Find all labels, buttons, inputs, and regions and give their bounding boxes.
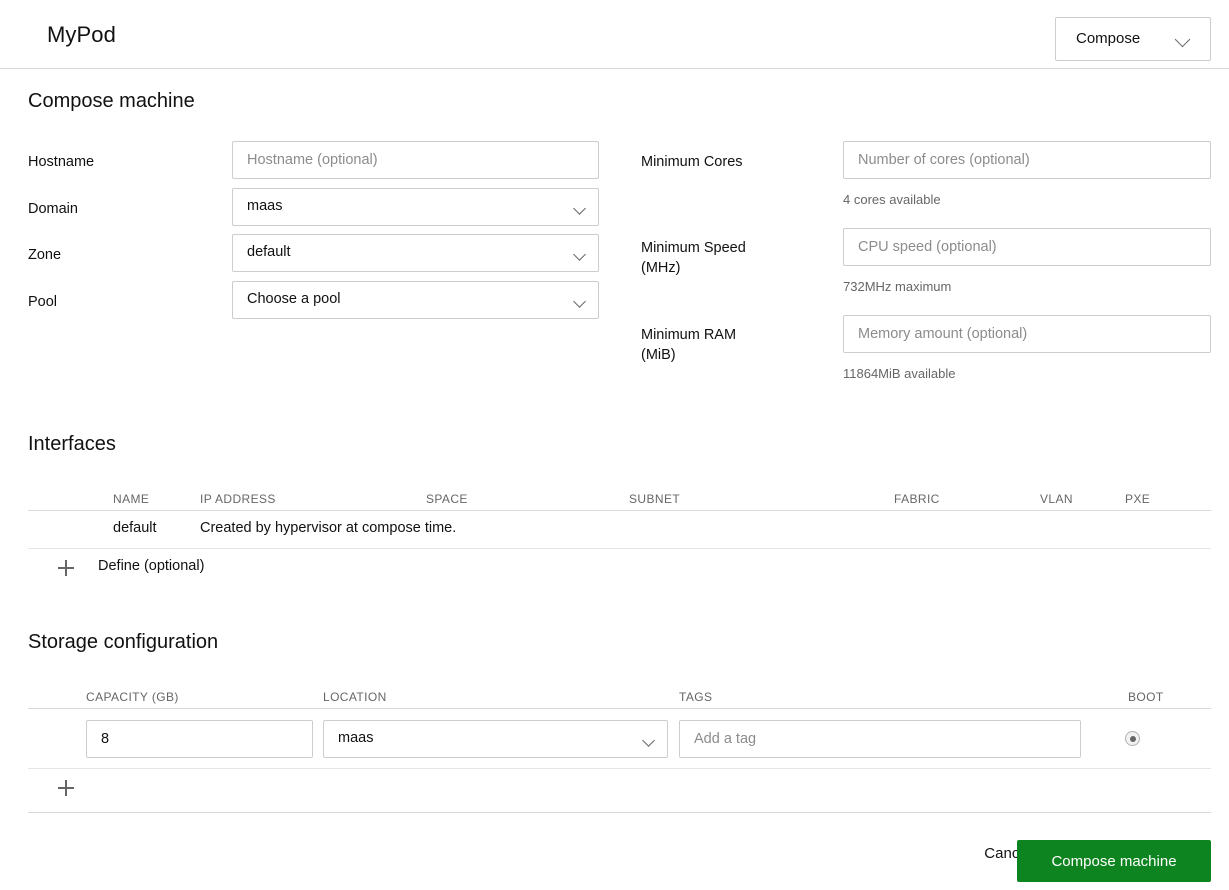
interface-ip-address: Created by hypervisor at compose time. [200, 520, 457, 536]
hostname-input[interactable] [232, 141, 599, 179]
chevron-down-icon [1174, 31, 1191, 48]
zone-select[interactable]: default [232, 234, 599, 272]
label-minimum-cores: Minimum Cores [641, 154, 743, 170]
storage-table-header: CAPACITY (GB) LOCATION TAGS BOOT [28, 682, 1211, 709]
storage-table: CAPACITY (GB) LOCATION TAGS BOOT maas [28, 682, 1211, 809]
column-header-name: NAME [113, 492, 150, 506]
boot-radio[interactable] [1125, 731, 1140, 746]
interfaces-table-header: NAME IP ADDRESS SPACE SUBNET FABRIC VLAN… [28, 484, 1211, 511]
location-select[interactable]: maas [323, 720, 668, 758]
zone-select-value: default [247, 244, 291, 260]
compose-machine-button[interactable]: Compose machine [1017, 840, 1211, 882]
plus-icon [58, 560, 74, 576]
column-header-vlan: VLAN [1040, 492, 1073, 506]
minimum-speed-helper: 732MHz maximum [843, 279, 952, 294]
label-minimum-ram: Minimum RAM (MiB) [641, 325, 821, 365]
interface-name: default [113, 520, 157, 536]
label-minimum-speed-line1: Minimum Speed [641, 240, 746, 256]
column-header-boot: BOOT [1128, 690, 1164, 704]
minimum-cores-helper: 4 cores available [843, 192, 941, 207]
app-header: MyPod Compose [0, 0, 1229, 69]
pool-select[interactable]: Choose a pool [232, 281, 599, 319]
chevron-down-icon [573, 293, 586, 309]
minimum-ram-input[interactable] [843, 315, 1211, 353]
column-header-fabric: FABRIC [894, 492, 940, 506]
chevron-down-icon [573, 246, 586, 262]
minimum-cores-input[interactable] [843, 141, 1211, 179]
tags-input[interactable] [679, 720, 1081, 758]
interfaces-add-row[interactable]: Define (optional) [28, 549, 1211, 589]
column-header-capacity: CAPACITY (GB) [86, 690, 179, 704]
column-header-location: LOCATION [323, 690, 387, 704]
label-minimum-ram-line2: (MiB) [641, 347, 676, 363]
domain-select[interactable]: maas [232, 188, 599, 226]
location-select-value: maas [338, 730, 374, 746]
storage-add-row[interactable] [28, 769, 1211, 809]
chevron-down-icon [573, 200, 586, 216]
compose-action-label: Compose [1076, 30, 1141, 47]
label-hostname: Hostname [28, 154, 95, 170]
label-pool: Pool [28, 294, 58, 310]
minimum-speed-input[interactable] [843, 228, 1211, 266]
compose-action-dropdown[interactable]: Compose [1055, 17, 1211, 61]
interfaces-add-label: Define (optional) [98, 558, 205, 574]
column-header-pxe: PXE [1125, 492, 1151, 506]
section-title-interfaces: Interfaces [28, 433, 116, 455]
label-domain: Domain [28, 201, 78, 217]
label-minimum-speed: Minimum Speed (MHz) [641, 238, 821, 278]
page-title: MyPod [47, 22, 116, 47]
footer-divider [28, 812, 1211, 813]
minimum-ram-helper: 11864MiB available [843, 366, 956, 381]
section-title-compose-machine: Compose machine [28, 90, 195, 112]
boot-radio-dot [1129, 735, 1136, 742]
table-row: default Created by hypervisor at compose… [28, 511, 1211, 549]
plus-icon [58, 780, 74, 796]
pool-select-value: Choose a pool [247, 291, 341, 307]
domain-select-value: maas [247, 198, 283, 214]
column-header-subnet: SUBNET [629, 492, 681, 506]
section-title-storage-configuration: Storage configuration [28, 631, 219, 653]
chevron-down-icon [642, 732, 655, 748]
interfaces-table: NAME IP ADDRESS SPACE SUBNET FABRIC VLAN… [28, 484, 1211, 589]
capacity-input[interactable] [86, 720, 313, 758]
column-header-tags: TAGS [679, 690, 713, 704]
column-header-ip-address: IP ADDRESS [200, 492, 276, 506]
label-minimum-speed-line2: (MHz) [641, 260, 681, 276]
table-row: maas [28, 709, 1211, 769]
label-zone: Zone [28, 247, 62, 263]
label-minimum-ram-line1: Minimum RAM [641, 327, 737, 343]
column-header-space: SPACE [426, 492, 468, 506]
